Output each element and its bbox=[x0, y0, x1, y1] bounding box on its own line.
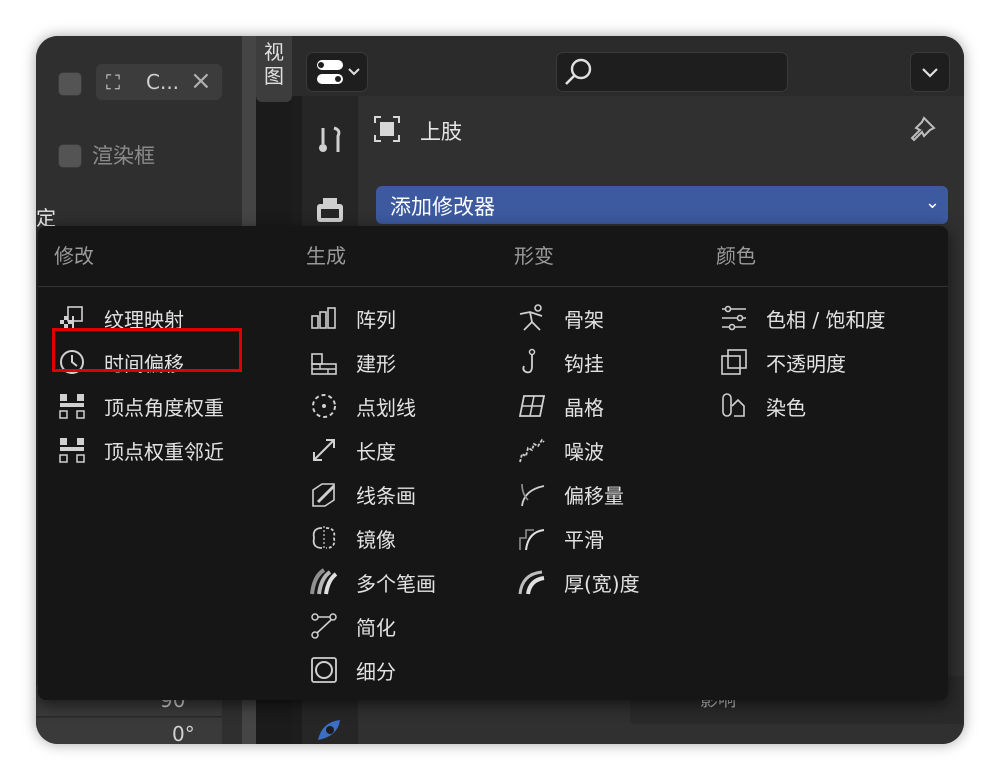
object-name: C... bbox=[146, 70, 180, 94]
menu-item-simplify[interactable]: 简化 bbox=[310, 606, 500, 646]
vertex-weight-icon bbox=[59, 438, 85, 463]
menu-item-label: 色相 / 饱和度 bbox=[766, 308, 886, 332]
line-art-icon bbox=[312, 483, 336, 507]
menu-item-label: 染色 bbox=[766, 396, 806, 420]
multiple-strokes-icon bbox=[310, 568, 338, 595]
menu-item-label: 厚(宽)度 bbox=[564, 572, 640, 596]
menu-item-subdivide[interactable]: 细分 bbox=[310, 650, 500, 690]
tab-view[interactable]: 视图 bbox=[256, 36, 292, 102]
render-icon[interactable] bbox=[314, 196, 346, 224]
column-heading-color: 颜色 bbox=[716, 244, 756, 268]
menu-item-label: 建形 bbox=[356, 352, 396, 376]
toggle-icon bbox=[317, 60, 360, 84]
tool-icon[interactable] bbox=[314, 124, 346, 156]
menu-item-label: 顶点角度权重 bbox=[104, 396, 224, 420]
menu-item-tint[interactable]: 染色 bbox=[720, 386, 930, 426]
value-2: 0° bbox=[172, 722, 195, 744]
vertex-weight-icon bbox=[59, 394, 85, 419]
chevron-down-icon: ⌄ bbox=[924, 192, 940, 213]
render-box-label: 渲染框 bbox=[92, 144, 155, 168]
menu-item-label: 平滑 bbox=[564, 528, 604, 552]
menu-item-label: 阵列 bbox=[356, 308, 396, 332]
menu-item-label: 长度 bbox=[356, 440, 396, 464]
render-box-checkbox[interactable] bbox=[58, 144, 82, 168]
opacity-icon bbox=[721, 349, 747, 375]
tab-view-label: 视图 bbox=[264, 40, 284, 88]
menu-item-label: 钩挂 bbox=[564, 352, 604, 376]
object-name: 上肢 bbox=[420, 120, 462, 144]
length-icon bbox=[313, 439, 335, 461]
menu-item-smooth[interactable]: 平滑 bbox=[518, 518, 698, 558]
thickness-icon bbox=[518, 570, 545, 595]
menu-item-line-art[interactable]: 线条画 bbox=[310, 474, 500, 514]
build-icon bbox=[311, 353, 337, 375]
menu-item-hue-saturation[interactable]: 色相 / 饱和度 bbox=[720, 298, 930, 338]
menu-item-thickness[interactable]: 厚(宽)度 bbox=[518, 562, 698, 602]
menu-item-build[interactable]: 建形 bbox=[310, 342, 500, 382]
menu-item-label: 点划线 bbox=[356, 396, 416, 420]
column-heading-generate: 生成 bbox=[306, 244, 346, 268]
menu-item-length[interactable]: 长度 bbox=[310, 430, 500, 470]
editor-type-button[interactable] bbox=[306, 52, 368, 92]
menu-item-label: 多个笔画 bbox=[356, 572, 436, 596]
menu-item-opacity[interactable]: 不透明度 bbox=[720, 342, 930, 382]
add-modifier-button[interactable]: 添加修改器 ⌄ bbox=[376, 186, 948, 224]
value-field-2[interactable]: 0° bbox=[36, 718, 222, 744]
subdivide-icon bbox=[311, 657, 337, 683]
menu-item-label: 骨架 bbox=[564, 308, 604, 332]
menu-item-armature[interactable]: 骨架 bbox=[518, 298, 698, 338]
add-modifier-label: 添加修改器 bbox=[390, 195, 495, 219]
column-heading-deform: 形变 bbox=[514, 244, 554, 268]
properties-header bbox=[292, 36, 964, 96]
sliders-icon bbox=[722, 305, 746, 331]
column-heading-edit: 修改 bbox=[54, 244, 94, 268]
menu-item-noise[interactable]: 噪波 bbox=[518, 430, 698, 470]
menu-item-array[interactable]: 阵列 bbox=[310, 298, 500, 338]
menu-item-label: 线条画 bbox=[356, 484, 416, 508]
menu-item-vertex-angle-weight[interactable]: 顶点角度权重 bbox=[58, 386, 258, 426]
menu-item-label: 偏移量 bbox=[564, 484, 624, 508]
menu-item-label: 晶格 bbox=[564, 396, 604, 420]
array-icon bbox=[311, 307, 336, 329]
header-dropdown-button[interactable] bbox=[910, 52, 950, 92]
menu-item-multiple-strokes[interactable]: 多个笔画 bbox=[310, 562, 500, 602]
mirror-icon bbox=[312, 526, 336, 550]
menu-item-lattice[interactable]: 晶格 bbox=[518, 386, 698, 426]
simplify-icon bbox=[311, 613, 337, 639]
visibility-checkbox[interactable] bbox=[58, 72, 82, 96]
chevron-down-icon bbox=[922, 68, 938, 78]
dot-dash-icon bbox=[312, 394, 336, 418]
offset-icon bbox=[521, 483, 545, 507]
hook-icon bbox=[522, 348, 536, 374]
add-modifier-menu: 修改 生成 形变 颜色 纹理映射 时间偏移 顶点角度权重 顶点权重邻近 阵列 建… bbox=[38, 226, 948, 700]
tint-icon bbox=[722, 393, 745, 417]
menu-item-label: 不透明度 bbox=[766, 352, 846, 376]
menu-item-hook[interactable]: 钩挂 bbox=[518, 342, 698, 382]
armature-icon bbox=[519, 304, 543, 331]
noise-icon bbox=[519, 438, 545, 463]
search-icon bbox=[565, 58, 592, 85]
smooth-icon bbox=[519, 529, 545, 551]
clear-icon[interactable]: × bbox=[190, 66, 212, 96]
menu-item-label: 简化 bbox=[356, 616, 396, 640]
object-field[interactable]: ⛶ C... × bbox=[96, 64, 222, 100]
menu-separator bbox=[38, 286, 948, 287]
menu-item-mirror[interactable]: 镜像 bbox=[310, 518, 500, 558]
lattice-icon bbox=[518, 395, 546, 417]
menu-item-label: 细分 bbox=[356, 660, 396, 684]
menu-item-vertex-weight-proximity[interactable]: 顶点权重邻近 bbox=[58, 430, 258, 470]
menu-item-offset[interactable]: 偏移量 bbox=[518, 474, 698, 514]
highlight-annotation bbox=[52, 328, 242, 372]
app-window: ⛶ C... × 渲染框 锁定 90 0° 视图 bbox=[36, 36, 964, 744]
menu-item-label: 噪波 bbox=[564, 440, 604, 464]
search-input[interactable] bbox=[556, 52, 788, 92]
menu-item-dot-dash[interactable]: 点划线 bbox=[310, 386, 500, 426]
object-icon bbox=[374, 116, 400, 142]
object-icon: ⛶ bbox=[106, 70, 120, 94]
object-data-icon[interactable] bbox=[314, 716, 346, 744]
menu-item-label: 镜像 bbox=[356, 528, 396, 552]
pin-icon[interactable] bbox=[906, 114, 938, 146]
menu-item-label: 顶点权重邻近 bbox=[104, 440, 224, 464]
